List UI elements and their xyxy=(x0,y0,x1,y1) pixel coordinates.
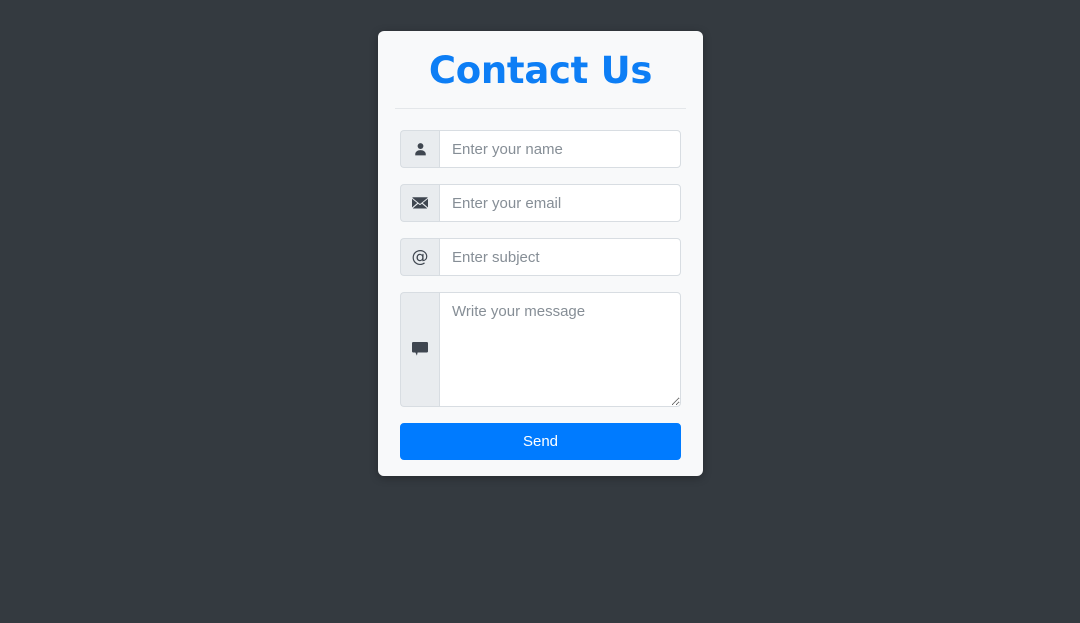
subject-input[interactable] xyxy=(439,238,681,276)
email-input[interactable] xyxy=(439,184,681,222)
at-sign-icon: @ xyxy=(400,238,439,276)
page-root: Contact Us Enter your name Enter your em… xyxy=(0,0,1080,623)
send-button[interactable]: Send xyxy=(400,423,681,460)
email-field-group xyxy=(400,184,681,222)
message-textarea[interactable] xyxy=(439,292,681,407)
name-field-group xyxy=(400,130,681,168)
name-input[interactable] xyxy=(439,130,681,168)
page-title: Contact Us xyxy=(428,49,653,92)
at-sign-glyph: @ xyxy=(411,246,429,267)
user-icon xyxy=(400,130,439,168)
contact-form-card: Contact Us Enter your name Enter your em… xyxy=(378,31,703,476)
contact-form: @ Send xyxy=(378,109,703,460)
card-header: Contact Us xyxy=(378,31,703,109)
comment-icon xyxy=(400,292,439,407)
message-field-group xyxy=(400,292,681,407)
envelope-icon xyxy=(400,184,439,222)
subject-field-group: @ xyxy=(400,238,681,276)
